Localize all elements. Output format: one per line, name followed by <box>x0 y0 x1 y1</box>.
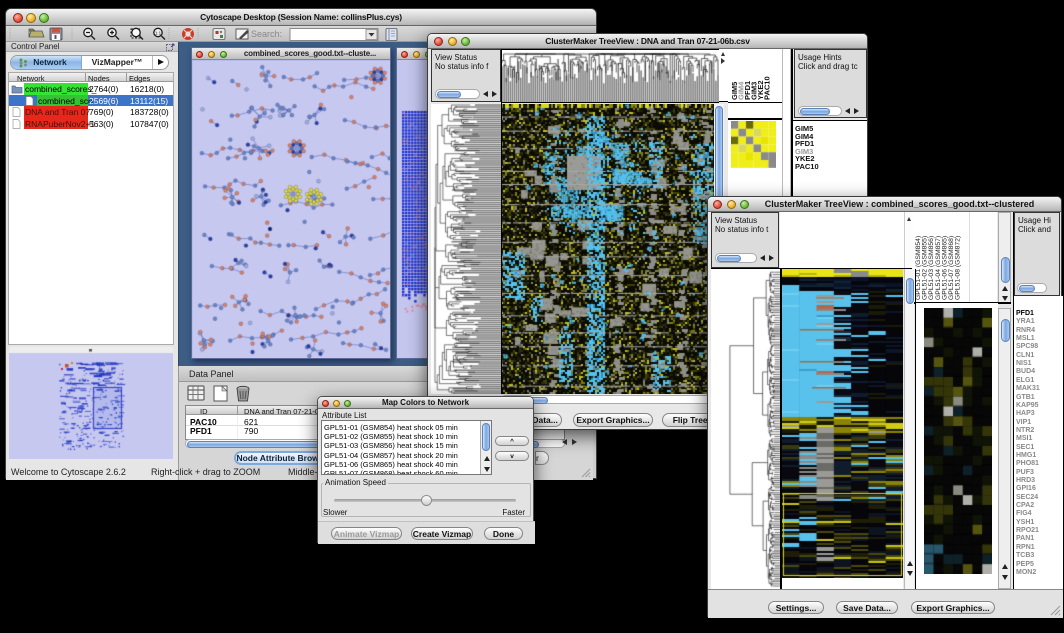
svg-text:PAC10: PAC10 <box>763 76 772 100</box>
svg-text:1:1: 1:1 <box>155 31 162 36</box>
svg-text:GPL51-08 (GSM872): GPL51-08 (GSM872) <box>955 236 962 300</box>
svg-text:Search:: Search: <box>251 29 282 39</box>
